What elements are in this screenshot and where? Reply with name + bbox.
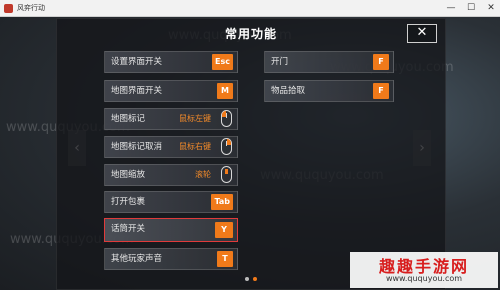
mouse-binding-text: 鼠标右键 xyxy=(179,142,211,151)
site-logo: 趣趣手游网 www.ququyou.com xyxy=(350,252,498,288)
keybind-row-inventory[interactable]: 打开包裹 Tab xyxy=(104,191,238,213)
page-dot-active[interactable] xyxy=(253,277,257,281)
keybind-label: 地图界面开关 xyxy=(111,86,163,96)
keybind-row-settings[interactable]: 设置界面开关 Esc xyxy=(104,51,238,73)
keybind-label: 地图标记 xyxy=(111,114,146,124)
window-title: 风弈行动 xyxy=(17,4,45,12)
pagination-dots xyxy=(245,277,257,281)
keybind-label: 开门 xyxy=(271,57,289,67)
keybind-label: 设置界面开关 xyxy=(111,57,163,67)
logo-url: www.ququyou.com xyxy=(385,274,463,283)
keybind-label: 其他玩家声音 xyxy=(111,254,163,264)
keybind-row-microphone[interactable]: 话筒开关 Y xyxy=(104,218,238,242)
keybind-row-map-mark[interactable]: 地图标记 鼠标左键 xyxy=(104,108,238,130)
title-bar: 风弈行动 — ☐ ✕ xyxy=(0,0,500,17)
key-badge: Y xyxy=(215,222,233,238)
mouse-binding-text: 滚轮 xyxy=(195,170,211,179)
common-functions-panel: 常用功能 ✕ 设置界面开关 Esc 地图界面开关 M 地图标记 鼠标左键 地图标… xyxy=(56,18,446,290)
mouse-right-click-icon xyxy=(221,138,232,155)
keybind-label: 地图标记取消 xyxy=(111,142,163,152)
key-badge: Tab xyxy=(211,194,233,210)
keybind-row-player-voice[interactable]: 其他玩家声音 T xyxy=(104,248,238,270)
mouse-left-click-icon xyxy=(221,110,232,127)
keybind-row-map[interactable]: 地图界面开关 M xyxy=(104,80,238,102)
key-badge: F xyxy=(373,83,389,99)
key-badge: M xyxy=(217,83,233,99)
key-badge: F xyxy=(373,54,389,70)
keybind-label: 打开包裹 xyxy=(111,197,146,207)
keybind-label: 话筒开关 xyxy=(111,224,146,234)
key-badge: T xyxy=(217,251,233,267)
page-dot[interactable] xyxy=(245,277,249,281)
key-badge: Esc xyxy=(212,54,233,70)
minimize-button[interactable]: — xyxy=(446,2,456,14)
maximize-button[interactable]: ☐ xyxy=(466,2,476,14)
close-window-button[interactable]: ✕ xyxy=(486,2,496,14)
mouse-binding-text: 鼠标左键 xyxy=(179,114,211,123)
close-panel-button[interactable]: ✕ xyxy=(407,24,437,43)
panel-title: 常用功能 xyxy=(224,27,277,41)
keybind-row-pickup[interactable]: 物品拾取 F xyxy=(264,80,394,102)
keybind-row-map-zoom[interactable]: 地图缩放 滚轮 xyxy=(104,164,238,186)
game-window: 风弈行动 — ☐ ✕ www.ququyou.com www.ququyou.c… xyxy=(0,0,500,290)
mouse-wheel-icon xyxy=(221,166,232,183)
window-controls: — ☐ ✕ xyxy=(446,2,496,14)
app-icon xyxy=(4,3,13,13)
keybind-label: 地图缩放 xyxy=(111,170,146,180)
keybind-label: 物品拾取 xyxy=(271,86,306,96)
keybind-row-map-unmark[interactable]: 地图标记取消 鼠标右键 xyxy=(104,136,238,158)
keybind-row-open-door[interactable]: 开门 F xyxy=(264,51,394,73)
